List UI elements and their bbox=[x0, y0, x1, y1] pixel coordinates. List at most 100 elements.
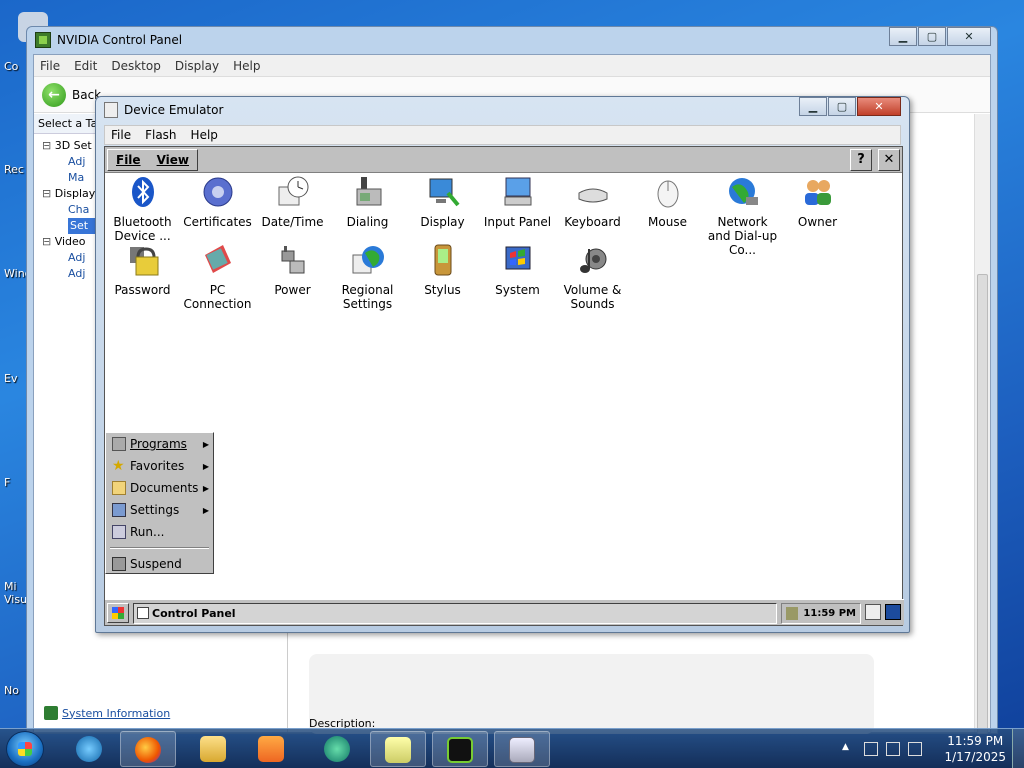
show-desktop-icon[interactable] bbox=[885, 604, 901, 620]
item-dialing[interactable]: Dialing bbox=[330, 175, 405, 229]
volume-muted-icon[interactable] bbox=[908, 742, 922, 756]
menu-file[interactable]: File bbox=[111, 128, 131, 142]
item-label: Regional Settings bbox=[341, 283, 394, 311]
title-bar[interactable]: NVIDIA Control Panel bbox=[27, 27, 997, 53]
volume-sounds-icon bbox=[576, 243, 610, 277]
scroll-thumb[interactable] bbox=[977, 274, 988, 734]
menu-label: Run... bbox=[130, 525, 165, 539]
taskbar-explorer[interactable] bbox=[186, 731, 242, 767]
item-input-panel[interactable]: Input Panel bbox=[480, 175, 555, 229]
minimize-button[interactable]: ▁ bbox=[889, 27, 917, 46]
item-mouse[interactable]: Mouse bbox=[630, 175, 705, 229]
windows-flag-icon bbox=[112, 607, 124, 619]
ce-tray: 11:59 PM bbox=[781, 603, 861, 624]
menu-desktop[interactable]: Desktop bbox=[111, 59, 161, 73]
regional-settings-icon bbox=[351, 243, 385, 277]
taskbar-sticky-notes[interactable] bbox=[370, 731, 426, 767]
taskbar-internet-explorer[interactable] bbox=[62, 731, 118, 767]
keyboard-input-icon[interactable] bbox=[865, 604, 881, 620]
taskbar-button-label: Control Panel bbox=[152, 607, 236, 620]
owner-icon bbox=[801, 175, 835, 209]
start-orb-icon[interactable] bbox=[6, 731, 44, 767]
close-button[interactable]: ✕ bbox=[857, 97, 901, 116]
menu-label: Settings bbox=[130, 503, 180, 517]
item-owner[interactable]: Owner bbox=[780, 175, 855, 229]
item-password[interactable]: Password bbox=[105, 243, 180, 297]
date-time-icon bbox=[276, 175, 310, 209]
taskbar-device-emulator[interactable] bbox=[494, 731, 550, 767]
taskbar-nvidia[interactable] bbox=[432, 731, 488, 767]
item-regional-settings[interactable]: Regional Settings bbox=[330, 243, 405, 311]
menu-file[interactable]: File bbox=[40, 59, 60, 73]
start-menu-documents[interactable]: Documents ▶ bbox=[106, 477, 213, 499]
start-menu-run[interactable]: Run... bbox=[106, 521, 213, 543]
ce-menu-view[interactable]: View bbox=[149, 150, 197, 170]
item-network[interactable]: Network and Dial-up Co... bbox=[705, 175, 780, 257]
taskbar-control-panel-button[interactable]: Control Panel bbox=[133, 603, 777, 624]
item-label: Display bbox=[420, 215, 465, 229]
taskbar-app[interactable] bbox=[310, 731, 366, 767]
item-label: Power bbox=[274, 283, 311, 297]
desktop-icon-label: Ev bbox=[4, 372, 18, 385]
item-label: Stylus bbox=[424, 283, 461, 297]
windows-taskbar: ▲ 11:59 PM 1/17/2025 bbox=[0, 728, 1024, 768]
mouse-icon bbox=[651, 175, 685, 209]
item-system[interactable]: System bbox=[480, 243, 555, 297]
taskbar-media-player[interactable] bbox=[244, 731, 300, 767]
maximize-button[interactable]: ▢ bbox=[828, 97, 856, 116]
close-button[interactable]: ✕ bbox=[947, 27, 991, 46]
item-volume-sounds[interactable]: Volume & Sounds bbox=[555, 243, 630, 311]
item-label: Bluetooth Device ... bbox=[113, 215, 172, 243]
taskbar-firefox[interactable] bbox=[120, 731, 176, 767]
system-information-link[interactable]: System Information bbox=[62, 707, 170, 720]
item-pc-connection[interactable]: PC Connection bbox=[180, 243, 255, 311]
start-menu-settings[interactable]: Settings ▶ bbox=[106, 499, 213, 521]
documents-folder-icon bbox=[112, 481, 126, 495]
menu-display[interactable]: Display bbox=[175, 59, 219, 73]
network-icon bbox=[726, 175, 760, 209]
ce-start-button[interactable] bbox=[107, 603, 129, 623]
submenu-arrow-icon: ▶ bbox=[202, 439, 209, 449]
show-hidden-icons[interactable]: ▲ bbox=[842, 742, 849, 752]
item-stylus[interactable]: Stylus bbox=[405, 243, 480, 297]
item-bluetooth[interactable]: Bluetooth Device ... bbox=[105, 175, 180, 243]
maximize-button[interactable]: ▢ bbox=[918, 27, 946, 46]
window-title: Device Emulator bbox=[124, 103, 224, 117]
item-date-time[interactable]: Date/Time bbox=[255, 175, 330, 229]
help-button[interactable]: ? bbox=[850, 149, 872, 171]
start-menu-programs[interactable]: Programs ▶ bbox=[106, 433, 213, 455]
desktop-icon-label: Mi Visu bbox=[4, 580, 28, 606]
start-menu-favorites[interactable]: ★ Favorites ▶ bbox=[106, 455, 213, 477]
item-display[interactable]: Display bbox=[405, 175, 480, 229]
item-certificates[interactable]: Certificates bbox=[180, 175, 255, 229]
menu-help[interactable]: Help bbox=[233, 59, 260, 73]
item-label: Date/Time bbox=[261, 215, 324, 229]
control-panel-icon bbox=[137, 607, 149, 619]
desktop-icon-label: Rec bbox=[4, 163, 24, 176]
item-keyboard[interactable]: Keyboard bbox=[555, 175, 630, 229]
ce-clock[interactable]: 11:59 PM bbox=[803, 608, 856, 619]
device-emulator-window[interactable]: Device Emulator ▁ ▢ ✕ File Flash Help Fi… bbox=[95, 96, 910, 633]
minimize-button[interactable]: ▁ bbox=[799, 97, 827, 116]
item-power[interactable]: Power bbox=[255, 243, 330, 297]
item-label: Keyboard bbox=[564, 215, 621, 229]
action-center-flag-icon[interactable] bbox=[886, 742, 900, 756]
show-desktop-button[interactable] bbox=[1012, 729, 1024, 768]
ce-close-button[interactable]: ✕ bbox=[878, 149, 900, 171]
network-tray-icon[interactable] bbox=[864, 742, 878, 756]
menu-help[interactable]: Help bbox=[191, 128, 218, 142]
internet-explorer-icon bbox=[76, 736, 102, 762]
desktop-icon-label: Co bbox=[4, 60, 19, 73]
ce-menu-file[interactable]: File bbox=[108, 150, 149, 170]
submenu-arrow-icon: ▶ bbox=[202, 483, 209, 493]
menu-edit[interactable]: Edit bbox=[74, 59, 97, 73]
system-icon bbox=[501, 243, 535, 277]
run-icon bbox=[112, 525, 126, 539]
menu-flash[interactable]: Flash bbox=[145, 128, 176, 142]
clock[interactable]: 11:59 PM 1/17/2025 bbox=[944, 733, 1006, 765]
title-bar[interactable]: Device Emulator bbox=[96, 97, 909, 123]
start-menu-suspend[interactable]: Suspend bbox=[106, 553, 213, 575]
vertical-scrollbar[interactable] bbox=[974, 114, 990, 734]
emulator-screen[interactable]: File View ? ✕ Bluetooth Device ... Certi… bbox=[104, 146, 904, 626]
back-arrow-icon[interactable]: ← bbox=[42, 82, 66, 107]
